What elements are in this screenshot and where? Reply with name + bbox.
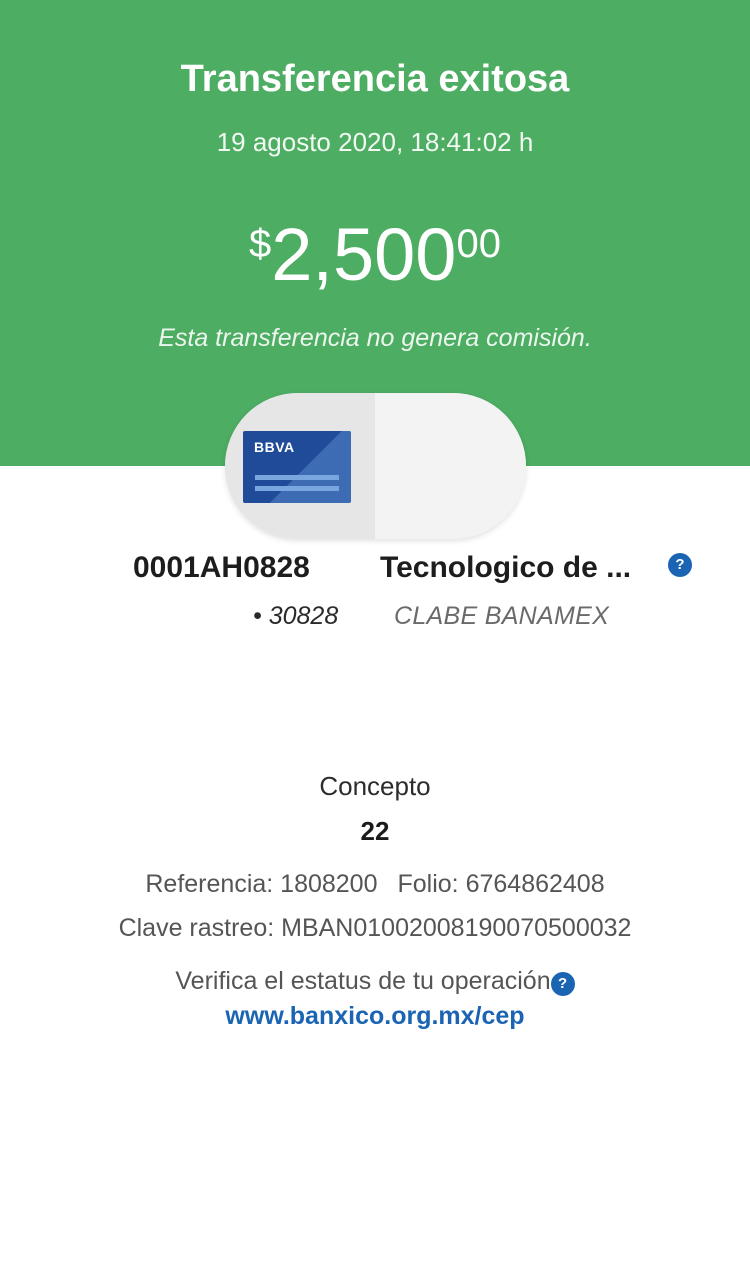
transfer-datetime: 19 agosto 2020, 18:41:02 h — [216, 127, 534, 157]
amount-currency: $ — [249, 222, 272, 266]
verify-status-line: Verifica el estatus de tu operación? — [0, 967, 750, 996]
bank-card-icon: BBVA — [243, 431, 351, 503]
amount-decimals: 00 — [456, 222, 501, 266]
reference-number: Referencia: 1808200 — [145, 870, 378, 898]
concept-value: 22 — [360, 816, 390, 846]
banxico-cep-link[interactable]: www.banxico.org.mx/cep — [0, 1002, 750, 1031]
transfer-parties-pill: BBVA TD — [225, 393, 526, 539]
destination-account-type: CLABE BANAMEX — [394, 602, 610, 630]
source-account-id: 0001AH0828 — [133, 551, 310, 584]
card-logo: BBVA — [254, 439, 295, 455]
recipient-name: Tecnologico de ... — [380, 551, 632, 584]
question-circle-icon[interactable]: ? — [550, 972, 575, 996]
verify-text: Verifica el estatus de tu operación — [175, 967, 551, 995]
reference-folio-line: Referencia: 1808200 Folio: 6764862408 — [0, 870, 750, 899]
concept-label: Concepto — [319, 771, 431, 801]
transfer-amount: $2,50000 — [0, 218, 750, 292]
amount-integer: 2,500 — [271, 213, 457, 296]
page-title: Transferencia exitosa — [180, 58, 570, 100]
tracking-key: Clave rastreo: MBAN01002008190070500032 — [118, 914, 632, 942]
folio-number: Folio: 6764862408 — [397, 870, 605, 898]
recipient-panel: TD — [375, 393, 526, 539]
source-account-suffix: • 30828 — [253, 602, 339, 630]
fee-note: Esta transferencia no genera comisión. — [158, 324, 592, 352]
question-circle-icon[interactable]: ? — [668, 553, 692, 577]
source-account-panel: BBVA — [225, 393, 375, 539]
